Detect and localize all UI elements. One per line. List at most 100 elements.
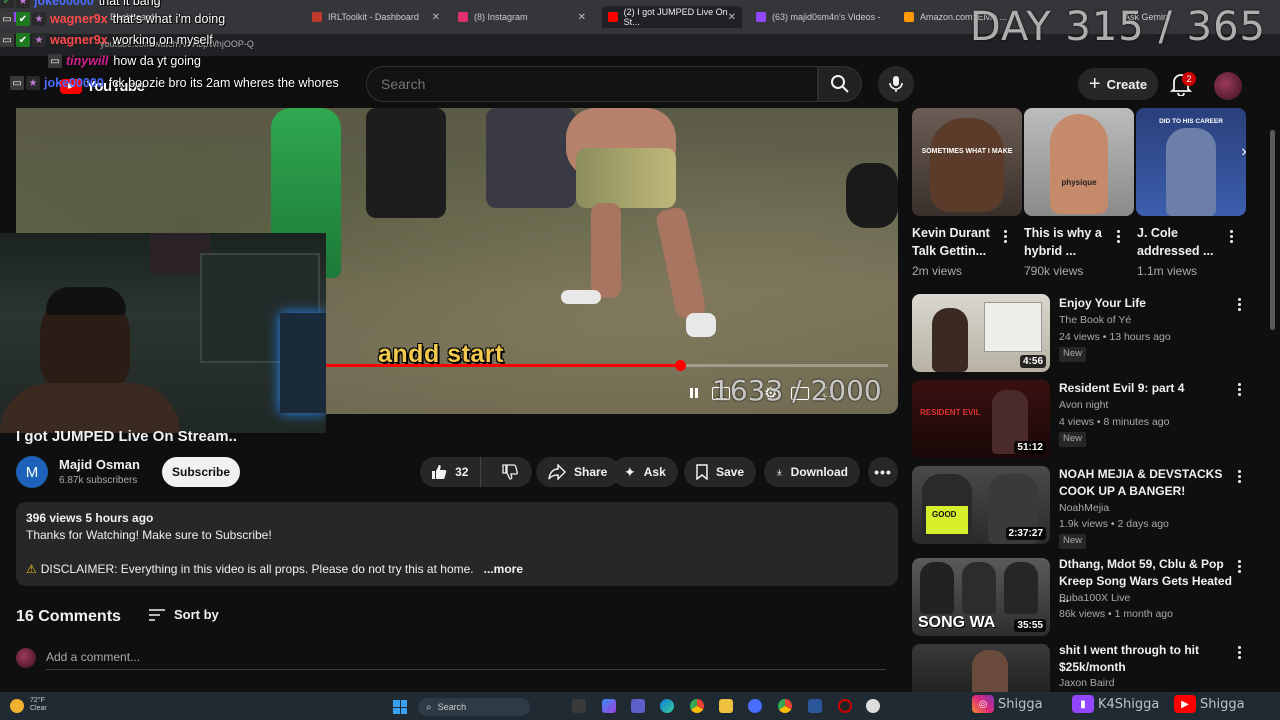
edge-icon[interactable]	[660, 699, 674, 713]
close-icon[interactable]: ✕	[578, 12, 586, 23]
task-view-icon[interactable]	[572, 699, 586, 713]
new-badge: New	[1059, 534, 1087, 549]
browser-tab-active[interactable]: (2) I got JUMPED Live On St... ✕	[602, 6, 742, 28]
tab-label: (2) I got JUMPED Live On St...	[623, 7, 728, 27]
tab-label: (63) majid0sm4n's Videos -	[772, 12, 881, 22]
app-icon[interactable]	[866, 699, 880, 713]
more-vertical-icon[interactable]	[1238, 560, 1242, 573]
screen-badge-icon: ▭	[10, 76, 24, 90]
social-handle: Shigga	[1200, 696, 1245, 712]
chat-username[interactable]: joke00000	[44, 76, 104, 90]
taskbar-search[interactable]: ⌕ Search	[418, 698, 530, 716]
save-label: Save	[715, 465, 744, 479]
shorts-next-chevron-icon[interactable]: ›	[1234, 142, 1254, 162]
short-thumbnail[interactable]: SOMETIMES WHAT I MAKE	[912, 108, 1022, 216]
windows-start-icon[interactable]	[393, 700, 407, 714]
create-button[interactable]: + Create	[1078, 68, 1158, 100]
chat-username[interactable]: wagner9x	[50, 12, 108, 26]
chrome-icon[interactable]	[690, 699, 704, 713]
video-title[interactable]: Resident Evil 9: part 4	[1059, 380, 1231, 397]
thumb-caption: SONG WA	[918, 614, 996, 631]
chat-username[interactable]: wagner9x	[50, 33, 108, 47]
share-button[interactable]: Share	[536, 457, 620, 487]
more-vertical-icon[interactable]	[1004, 230, 1008, 243]
channel-name[interactable]: The Book of Yé	[1059, 314, 1131, 326]
chat-message: ▭ ✔ ★ wagner9x working on myself	[0, 31, 213, 49]
star-badge-icon: ★	[16, 0, 30, 8]
show-more-link[interactable]: ...more	[484, 562, 523, 576]
person-leg	[591, 203, 621, 298]
dislike-button[interactable]	[489, 457, 532, 487]
search-input[interactable]	[366, 66, 818, 102]
video-thumbnail[interactable]: RESIDENT EVIL 51:12	[912, 380, 1050, 458]
video-thumbnail[interactable]	[912, 644, 1050, 692]
chrome-icon[interactable]	[778, 699, 792, 713]
teams-icon[interactable]	[631, 699, 645, 713]
more-vertical-icon[interactable]	[1238, 298, 1242, 311]
more-vertical-icon[interactable]	[1238, 646, 1242, 659]
thumb-caption: physique	[1061, 178, 1097, 187]
browser-tab[interactable]: (63) majid0sm4n's Videos -	[750, 6, 892, 28]
ask-label: Ask	[643, 465, 666, 479]
channel-name[interactable]: Buba100X Live	[1059, 592, 1130, 604]
video-thumbnail[interactable]: GOOD 2:37:27	[912, 466, 1050, 544]
short-title[interactable]: J. Cole addressed ...	[1137, 224, 1231, 260]
close-icon[interactable]: ✕	[432, 12, 440, 23]
more-vertical-icon[interactable]	[1238, 383, 1242, 396]
discord-icon[interactable]	[748, 699, 762, 713]
more-vertical-icon[interactable]	[1117, 230, 1121, 243]
plus-icon: +	[1088, 73, 1101, 95]
browser-tab[interactable]: IRLToolkit - Dashboard ✕	[306, 6, 446, 28]
sock	[561, 290, 601, 304]
search-button[interactable]	[818, 66, 862, 102]
app-icon[interactable]	[808, 699, 822, 713]
sort-comments-button[interactable]: Sort by	[148, 607, 219, 622]
channel-name[interactable]: Jaxon Baird	[1059, 677, 1114, 689]
star-badge-icon: ★	[32, 33, 46, 47]
more-actions-button[interactable]: •••	[868, 457, 898, 487]
short-title[interactable]: Kevin Durant Talk Gettin...	[912, 224, 1006, 260]
short-thumbnail[interactable]: physique	[1024, 108, 1134, 216]
short-thumbnail[interactable]: DID TO HIS CAREER	[1136, 108, 1246, 216]
video-meta: 86k views • 1 month ago	[1059, 608, 1173, 620]
chat-username[interactable]: tinywill	[66, 54, 108, 68]
file-explorer-icon[interactable]	[719, 699, 733, 713]
pause-icon[interactable]	[690, 388, 698, 398]
chat-username[interactable]: joke00000	[34, 0, 94, 8]
close-icon[interactable]: ✕	[728, 12, 736, 23]
video-title[interactable]: shit I went through to hit $25k/month	[1059, 642, 1231, 676]
progress-scrubber[interactable]	[675, 360, 686, 371]
view-count-and-date: 396 views 5 hours ago	[26, 511, 154, 525]
channel-name[interactable]: NoahMejia	[1059, 502, 1109, 514]
account-avatar[interactable]	[1214, 72, 1242, 100]
copilot-icon[interactable]	[602, 699, 616, 713]
like-button[interactable]: 32	[420, 457, 481, 487]
more-vertical-icon[interactable]	[1238, 470, 1242, 483]
ask-button[interactable]: ✦ Ask	[612, 457, 678, 487]
channel-name[interactable]: Avon night	[1059, 399, 1108, 411]
thumb-person	[920, 562, 954, 614]
channel-name[interactable]: Majid Osman	[59, 457, 140, 472]
video-title[interactable]: NOAH MEJIA & DEVSTACKS COOK UP A BANGER!	[1059, 466, 1231, 500]
short-title[interactable]: This is why a hybrid ...	[1024, 224, 1118, 260]
video-thumbnail[interactable]: SONG WA 35:55	[912, 558, 1050, 636]
streamer-shoulders	[0, 383, 180, 433]
chat-badges: ▭	[48, 54, 62, 68]
save-button[interactable]: Save	[684, 457, 756, 487]
subscribe-button[interactable]: Subscribe	[162, 457, 240, 487]
short-views: 790k views	[1024, 264, 1084, 278]
obs-icon[interactable]	[838, 699, 852, 713]
description-disclaimer: ⚠ DISCLAIMER: Everything in this video i…	[26, 562, 523, 576]
bookmark-icon	[696, 464, 708, 480]
more-vertical-icon[interactable]	[1230, 230, 1234, 243]
browser-tab[interactable]: (8) Instagram ✕	[452, 6, 592, 28]
video-title[interactable]: Enjoy Your Life	[1059, 295, 1231, 312]
add-comment-input[interactable]: Add a comment...	[46, 650, 886, 670]
channel-avatar[interactable]: M	[16, 456, 48, 488]
social-handle: Shigga	[998, 696, 1043, 712]
download-button[interactable]: Download	[764, 457, 860, 487]
description-text: Thanks for Watching! Make sure to Subscr…	[26, 528, 272, 542]
scrollbar-thumb[interactable]	[1270, 130, 1275, 330]
video-thumbnail[interactable]: 4:56	[912, 294, 1050, 372]
voice-search-button[interactable]	[878, 66, 914, 102]
